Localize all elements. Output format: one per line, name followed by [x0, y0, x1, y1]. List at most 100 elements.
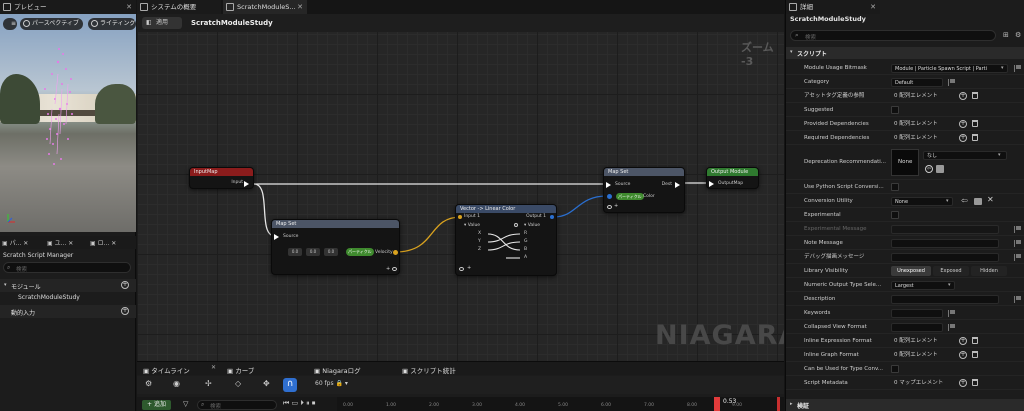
- reset-flag-icon[interactable]: [1014, 65, 1021, 72]
- velocity-x-field[interactable]: 0.0: [288, 248, 302, 256]
- use-selected-icon[interactable]: ⇦: [925, 165, 933, 173]
- node-vector-to-color[interactable]: Vector -> Linear Color Input 1 Output 1 …: [455, 204, 557, 276]
- subtab-3[interactable]: ▣ ロ... ✕: [90, 238, 116, 247]
- color-input-pin[interactable]: [607, 194, 612, 199]
- add-track-button[interactable]: + 追加: [142, 400, 171, 410]
- value-circle-pin[interactable]: [514, 223, 518, 227]
- script-section-header[interactable]: ▾ スクリプト: [786, 47, 1024, 59]
- details-search-input[interactable]: ⌕ 検索: [790, 30, 996, 41]
- magnet-icon[interactable]: ∩: [283, 378, 297, 392]
- deprecation-asset-dropdown[interactable]: なし: [923, 151, 1007, 160]
- velocity-pin[interactable]: [393, 250, 398, 255]
- keywords-input[interactable]: [891, 309, 943, 318]
- node-output-module[interactable]: Output Module OutputMap: [706, 167, 759, 189]
- tab-timeline[interactable]: ▣ タイムライン: [143, 365, 190, 375]
- validation-section-header[interactable]: ▸ 検証: [786, 399, 1024, 411]
- reset-flag-icon[interactable]: [948, 79, 955, 86]
- add-dynamic-input-icon[interactable]: +: [121, 307, 129, 315]
- browse-icon[interactable]: [974, 198, 982, 205]
- add-element-icon[interactable]: +: [959, 337, 967, 345]
- add-element-icon[interactable]: +: [959, 379, 967, 387]
- visibility-hidden[interactable]: Hidden: [971, 266, 1007, 276]
- subtab-2[interactable]: ▣ ユ... ✕: [47, 238, 73, 247]
- tab-scratch-module[interactable]: ScratchModuleS... ✕: [223, 0, 307, 14]
- eye-icon[interactable]: ◉: [173, 379, 180, 388]
- playback-controls[interactable]: ⏮ ▭ ⏵ ⏸ ⏹: [283, 399, 315, 408]
- collapsed-view-input[interactable]: [891, 323, 943, 332]
- tab-script-stats[interactable]: ▣ スクリプト統計: [402, 365, 456, 375]
- experimental-checkbox[interactable]: [891, 211, 899, 219]
- add-pin-icon[interactable]: +: [386, 266, 390, 272]
- perspective-button[interactable]: パースペクティブ: [20, 18, 83, 30]
- trash-icon[interactable]: [972, 379, 978, 386]
- pin-options-icon[interactable]: [392, 267, 397, 271]
- velocity-y-field[interactable]: 0.0: [306, 248, 320, 256]
- experimental-message-input[interactable]: [891, 225, 999, 234]
- tab-curves[interactable]: ▣ カーブ: [227, 365, 254, 375]
- trash-icon[interactable]: [972, 92, 978, 99]
- close-icon[interactable]: ✕: [211, 364, 216, 371]
- add-pin-icon[interactable]: +: [614, 203, 618, 209]
- description-input[interactable]: [891, 295, 999, 304]
- use-selected-icon[interactable]: ⇦: [961, 196, 968, 205]
- close-icon[interactable]: ✕: [126, 0, 132, 14]
- reset-flag-icon[interactable]: [1014, 296, 1021, 303]
- tab-details[interactable]: 詳細 ✕: [786, 0, 880, 14]
- tab-system-overview[interactable]: システムの概要: [137, 0, 221, 14]
- tab-preview[interactable]: プレビュー ✕: [0, 0, 136, 14]
- module-item[interactable]: ScratchModuleStudy: [18, 294, 80, 301]
- dynamic-input-header[interactable]: 動的入力 +: [0, 305, 136, 318]
- timeline-search-input[interactable]: ⌕ 検索: [197, 400, 277, 410]
- tab-niagara-log[interactable]: ▣ Niagaraログ: [314, 365, 361, 375]
- viewport-menu-button[interactable]: ≡: [3, 18, 17, 30]
- module-usage-dropdown[interactable]: Module | Particle Spawn Script | Parti: [891, 64, 1008, 73]
- node-map-set-2[interactable]: Map Set Source Dest パーティクル Color +: [603, 167, 685, 213]
- category-input[interactable]: Default: [891, 78, 943, 87]
- time-ruler[interactable]: 0.00 1.00 2.00 3.00 4.00 5.00 6.00 7.00 …: [337, 397, 784, 411]
- add-element-icon[interactable]: +: [959, 120, 967, 128]
- settings-icon[interactable]: ⚙: [1015, 31, 1021, 39]
- module-section-header[interactable]: ▾ モジュール +: [0, 279, 136, 292]
- conversion-utility-dropdown[interactable]: None: [891, 197, 953, 206]
- numeric-output-dropdown[interactable]: Largest: [891, 281, 955, 290]
- keyframe-icon[interactable]: ◇: [235, 379, 241, 388]
- add-element-icon[interactable]: +: [959, 134, 967, 142]
- lighting-button[interactable]: ライティング: [88, 18, 136, 30]
- apply-button[interactable]: ◧ 適用: [142, 17, 182, 29]
- browse-icon[interactable]: [936, 165, 944, 173]
- filter-icon[interactable]: ▽: [183, 400, 188, 408]
- node-input-map[interactable]: InputMap Input: [189, 167, 254, 189]
- type-conversion-checkbox[interactable]: [891, 365, 899, 373]
- playhead[interactable]: [714, 397, 720, 411]
- grid-view-icon[interactable]: ⊞: [1003, 31, 1009, 39]
- reset-flag-icon[interactable]: [1014, 240, 1021, 247]
- node-options-icon[interactable]: [459, 267, 464, 271]
- output-map-pin[interactable]: [709, 180, 716, 187]
- reset-flag-icon[interactable]: [948, 310, 955, 317]
- add-element-icon[interactable]: +: [959, 351, 967, 359]
- add-element-icon[interactable]: +: [959, 92, 967, 100]
- vector-input-pin[interactable]: [458, 215, 462, 219]
- reset-flag-icon[interactable]: [1014, 254, 1021, 261]
- suggested-checkbox[interactable]: [891, 106, 899, 114]
- end-marker[interactable]: [777, 397, 780, 411]
- reset-flag-icon[interactable]: [948, 324, 955, 331]
- source-pin[interactable]: [606, 181, 613, 188]
- visibility-exposed[interactable]: Exposed: [933, 266, 969, 276]
- fps-selector[interactable]: 60 fps 🔒 ▾: [315, 380, 348, 387]
- graph-canvas[interactable]: ズーム -3 NIAGARA InputMap Input Map Set So…: [137, 14, 784, 361]
- visibility-unexposed[interactable]: Unexposed: [891, 266, 931, 276]
- trash-icon[interactable]: [972, 120, 978, 127]
- color-output-pin[interactable]: [550, 215, 554, 219]
- deprecation-asset-thumb[interactable]: None: [891, 149, 919, 176]
- close-icon[interactable]: ✕: [870, 0, 876, 14]
- source-pin[interactable]: [274, 233, 281, 240]
- move-icon[interactable]: ✥: [263, 379, 270, 388]
- reset-flag-icon[interactable]: [1014, 226, 1021, 233]
- trash-icon[interactable]: [972, 351, 978, 358]
- clear-icon[interactable]: ✕: [987, 195, 994, 204]
- subtab-1[interactable]: ▣ パ... ✕: [2, 238, 28, 247]
- manager-search-input[interactable]: ⌕ 検索: [3, 262, 131, 273]
- snap-icon[interactable]: ✢: [205, 379, 212, 388]
- python-conversion-checkbox[interactable]: [891, 183, 899, 191]
